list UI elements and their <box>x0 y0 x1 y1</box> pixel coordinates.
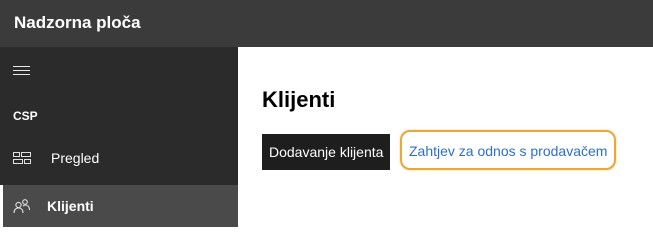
sidebar: CSP Pregled Klijenti <box>0 47 238 227</box>
sidebar-item-label: Klijenti <box>47 198 94 214</box>
sidebar-item-label: Pregled <box>51 150 100 166</box>
sidebar-section-csp: CSP <box>13 109 38 123</box>
dashboard-tiles-icon <box>13 152 31 164</box>
reseller-request-link[interactable]: Zahtjev za odnos s prodavačem <box>400 130 617 170</box>
selected-indicator <box>0 185 3 227</box>
page-title: Klijenti <box>262 87 336 112</box>
main-content: Klijenti Dodavanje klijenta Zahtjev za o… <box>238 47 653 227</box>
sidebar-item-clients[interactable]: Klijenti <box>0 185 238 227</box>
top-bar: Nadzorna ploča <box>0 0 653 47</box>
sidebar-item-overview[interactable]: Pregled <box>0 137 238 179</box>
app-title: Nadzorna ploča <box>14 13 141 32</box>
add-client-button[interactable]: Dodavanje klijenta <box>262 134 391 170</box>
people-icon <box>13 199 31 214</box>
hamburger-icon[interactable] <box>13 66 30 76</box>
app-window: Nadzorna ploča CSP Pregled Klijenti Klij… <box>0 0 653 227</box>
